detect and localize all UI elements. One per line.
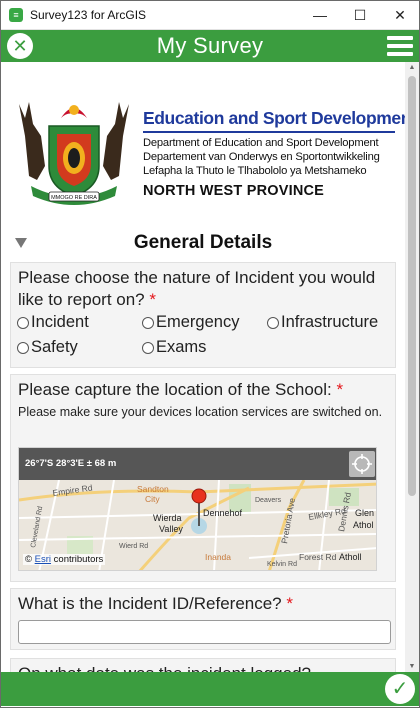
locate-button[interactable] [349, 451, 375, 477]
radio-incident[interactable]: Incident [17, 313, 89, 332]
map-label: Inanda [205, 552, 231, 562]
radio-circle-icon[interactable] [267, 316, 279, 329]
scroll-down-icon[interactable]: ▼ [408, 663, 416, 670]
maximize-button[interactable]: ☐ [340, 0, 380, 30]
map-label: Kelvin Rd [267, 561, 297, 568]
map-label: City [145, 494, 160, 504]
map-label: Athol [353, 520, 374, 530]
incident-type-options: Incident Emergency Infrastructure Safety… [11, 311, 395, 363]
close-survey-button[interactable]: ✕ [7, 33, 33, 59]
close-icon: ✕ [12, 36, 28, 56]
survey123-app-icon: ≡ [9, 7, 23, 22]
survey-title: My Survey [156, 33, 264, 58]
window-title: Survey123 for ArcGIS [30, 7, 147, 22]
crest-motto: MMOGO RE DIRA [51, 195, 97, 201]
question-label: On what date was the incident logged? [11, 659, 395, 672]
vertical-scrollbar[interactable]: ▲ ▼ [405, 62, 419, 672]
map-label: Sandton [137, 484, 169, 494]
survey-form[interactable]: MMOGO RE DIRA Education and Sport Develo… [1, 62, 405, 672]
required-marker: * [286, 594, 293, 613]
question-date-logged: On what date was the incident logged? [10, 658, 396, 672]
required-marker: * [336, 380, 344, 399]
radio-emergency[interactable]: Emergency [142, 313, 239, 332]
radio-exams[interactable]: Exams [142, 338, 206, 357]
map-label: Wierd Rd [119, 543, 148, 550]
question-incident-type: Please choose the nature of Incident you… [10, 262, 396, 368]
question-label: What is the Incident ID/Reference? * [18, 594, 293, 613]
window-titlebar: ≡ Survey123 for ArcGIS — ☐ ✕ [0, 0, 420, 30]
section-general-details[interactable]: General Details [1, 228, 405, 258]
question-hint: Please make sure your devices location s… [18, 405, 383, 419]
required-marker: * [149, 290, 156, 309]
province-name: NORTH WEST PROVINCE [143, 183, 325, 199]
window-controls: — ☐ ✕ [300, 0, 420, 30]
department-name-en: Department of Education and Sport Develo… [143, 137, 379, 149]
question-label: Please choose the nature of Incident you… [18, 268, 376, 309]
section-title: General Details [133, 232, 273, 253]
radio-circle-icon[interactable] [17, 316, 29, 329]
location-map[interactable]: Empire Rd Sandton City Wierda Valley Den… [18, 447, 377, 571]
location-pin-icon [191, 488, 207, 504]
map-coordinates-bar: 26°7'S 28°3'E ± 68 m [19, 448, 376, 480]
menu-icon[interactable] [387, 36, 413, 56]
radio-infrastructure[interactable]: Infrastructure [267, 313, 378, 332]
map-label: Dennehof [203, 508, 243, 518]
department-name-tn: Lefapha la Thuto le Tlhabololo ya Metsha… [143, 165, 367, 177]
scroll-up-icon[interactable]: ▲ [408, 64, 416, 71]
map-label: Wierda [153, 513, 182, 523]
map-attribution: © Esri contributors [23, 554, 106, 565]
scroll-thumb[interactable] [408, 76, 416, 496]
incident-id-input[interactable] [18, 620, 391, 644]
map-coordinates: 26°7'S 28°3'E ± 68 m [25, 458, 117, 469]
radio-circle-icon[interactable] [142, 341, 154, 354]
crosshair-icon [352, 454, 372, 474]
question-label: Please capture the location of the Schoo… [18, 380, 344, 399]
radio-circle-icon[interactable] [142, 316, 154, 329]
bottom-toolbar: ✓ [1, 672, 419, 706]
question-school-location: Please capture the location of the Schoo… [10, 374, 396, 582]
window-close-button[interactable]: ✕ [380, 0, 420, 30]
checkmark-icon: ✓ [391, 678, 409, 700]
map-label: Valley [159, 524, 183, 534]
esri-link[interactable]: Esri [35, 554, 51, 565]
map-label: Forest Rd [299, 552, 337, 562]
radio-circle-icon[interactable] [17, 341, 29, 354]
department-title: Education and Sport Development [143, 108, 405, 133]
submit-button[interactable]: ✓ [385, 674, 415, 704]
radio-safety[interactable]: Safety [17, 338, 78, 357]
department-banner: MMOGO RE DIRA Education and Sport Develo… [15, 96, 405, 212]
app-header: ✕ My Survey [1, 30, 419, 62]
minimize-button[interactable]: — [300, 0, 340, 30]
coat-of-arms-icon: MMOGO RE DIRA [19, 102, 129, 205]
department-name-af: Departement van Onderwys en Sportontwikk… [143, 151, 380, 163]
map-label: Deavers [255, 497, 282, 504]
map-label: Glen [355, 508, 374, 518]
question-incident-id: What is the Incident ID/Reference? * [10, 588, 396, 650]
department-text: Education and Sport Development Departme… [143, 108, 405, 199]
map-label: Atholl [339, 552, 362, 562]
